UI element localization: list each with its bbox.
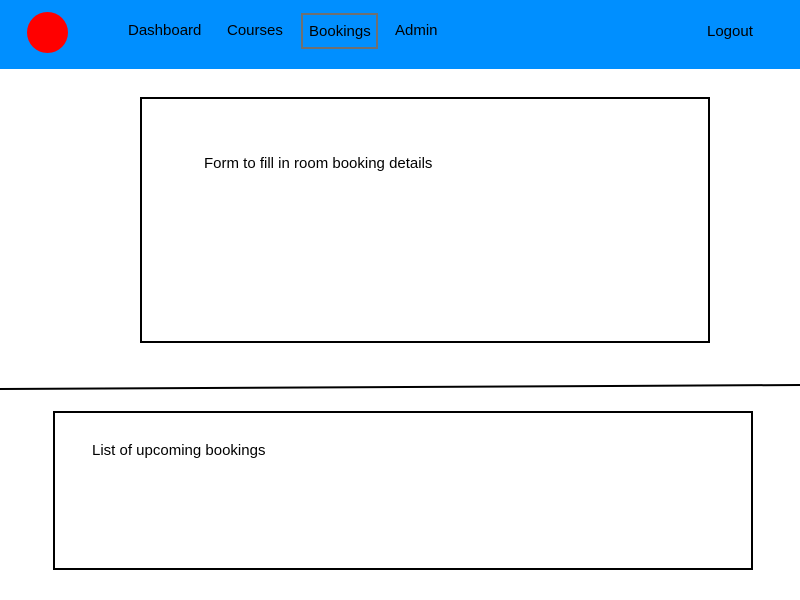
upcoming-bookings-placeholder: List of upcoming bookings — [92, 442, 266, 459]
booking-form-panel: Form to fill in room booking details — [140, 97, 710, 343]
nav-link-courses[interactable]: Courses — [227, 21, 283, 41]
top-navbar: Dashboard Courses Bookings Admin Logout — [0, 0, 800, 69]
nav-link-dashboard[interactable]: Dashboard — [128, 21, 201, 41]
nav-link-bookings[interactable]: Bookings — [301, 13, 378, 49]
divider-line — [0, 384, 800, 390]
upcoming-bookings-panel: List of upcoming bookings — [53, 411, 753, 570]
logout-link[interactable]: Logout — [707, 22, 753, 42]
logo-icon[interactable] — [27, 12, 68, 53]
page: Dashboard Courses Bookings Admin Logout … — [0, 0, 800, 600]
nav-link-admin[interactable]: Admin — [395, 21, 438, 41]
booking-form-placeholder: Form to fill in room booking details — [204, 155, 433, 172]
